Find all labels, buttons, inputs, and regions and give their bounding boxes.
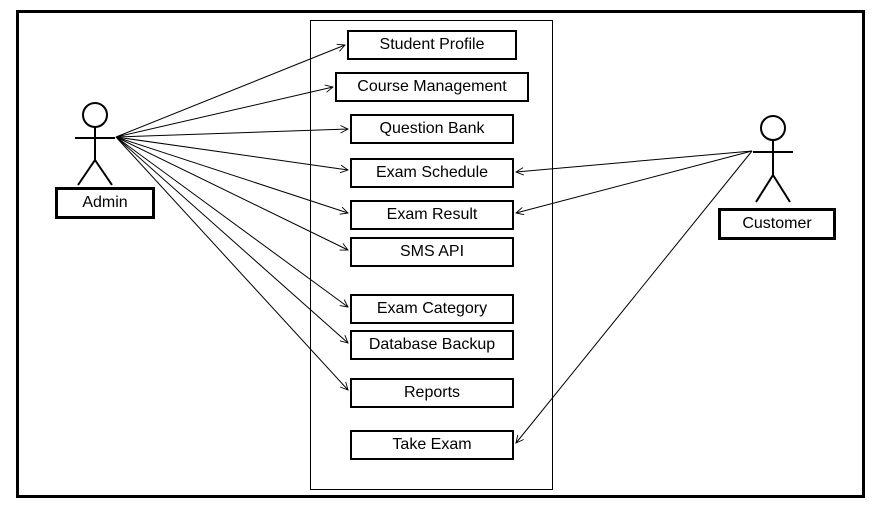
- usecase-label: Exam Category: [377, 301, 487, 317]
- actor-label-text: Customer: [742, 216, 811, 232]
- usecase-label: Take Exam: [392, 437, 471, 453]
- usecase-course-management: Course Management: [335, 72, 529, 102]
- usecase-label: Reports: [404, 385, 460, 401]
- actor-admin-label: Admin: [55, 187, 155, 219]
- usecase-question-bank: Question Bank: [350, 114, 514, 144]
- diagram-canvas: Student Profile Course Management Questi…: [0, 0, 881, 508]
- usecase-label: Exam Result: [387, 207, 478, 223]
- usecase-sms-api: SMS API: [350, 237, 514, 267]
- usecase-label: Database Backup: [369, 337, 495, 353]
- usecase-student-profile: Student Profile: [347, 30, 517, 60]
- usecase-exam-result: Exam Result: [350, 200, 514, 230]
- usecase-label: Exam Schedule: [376, 165, 488, 181]
- usecase-label: Question Bank: [380, 121, 485, 137]
- actor-label-text: Admin: [82, 195, 127, 211]
- usecase-database-backup: Database Backup: [350, 330, 514, 360]
- usecase-reports: Reports: [350, 378, 514, 408]
- usecase-label: SMS API: [400, 244, 464, 260]
- usecase-take-exam: Take Exam: [350, 430, 514, 460]
- usecase-label: Course Management: [357, 79, 506, 95]
- usecase-exam-schedule: Exam Schedule: [350, 158, 514, 188]
- usecase-exam-category: Exam Category: [350, 294, 514, 324]
- usecase-label: Student Profile: [380, 37, 485, 53]
- actor-customer-label: Customer: [718, 208, 836, 240]
